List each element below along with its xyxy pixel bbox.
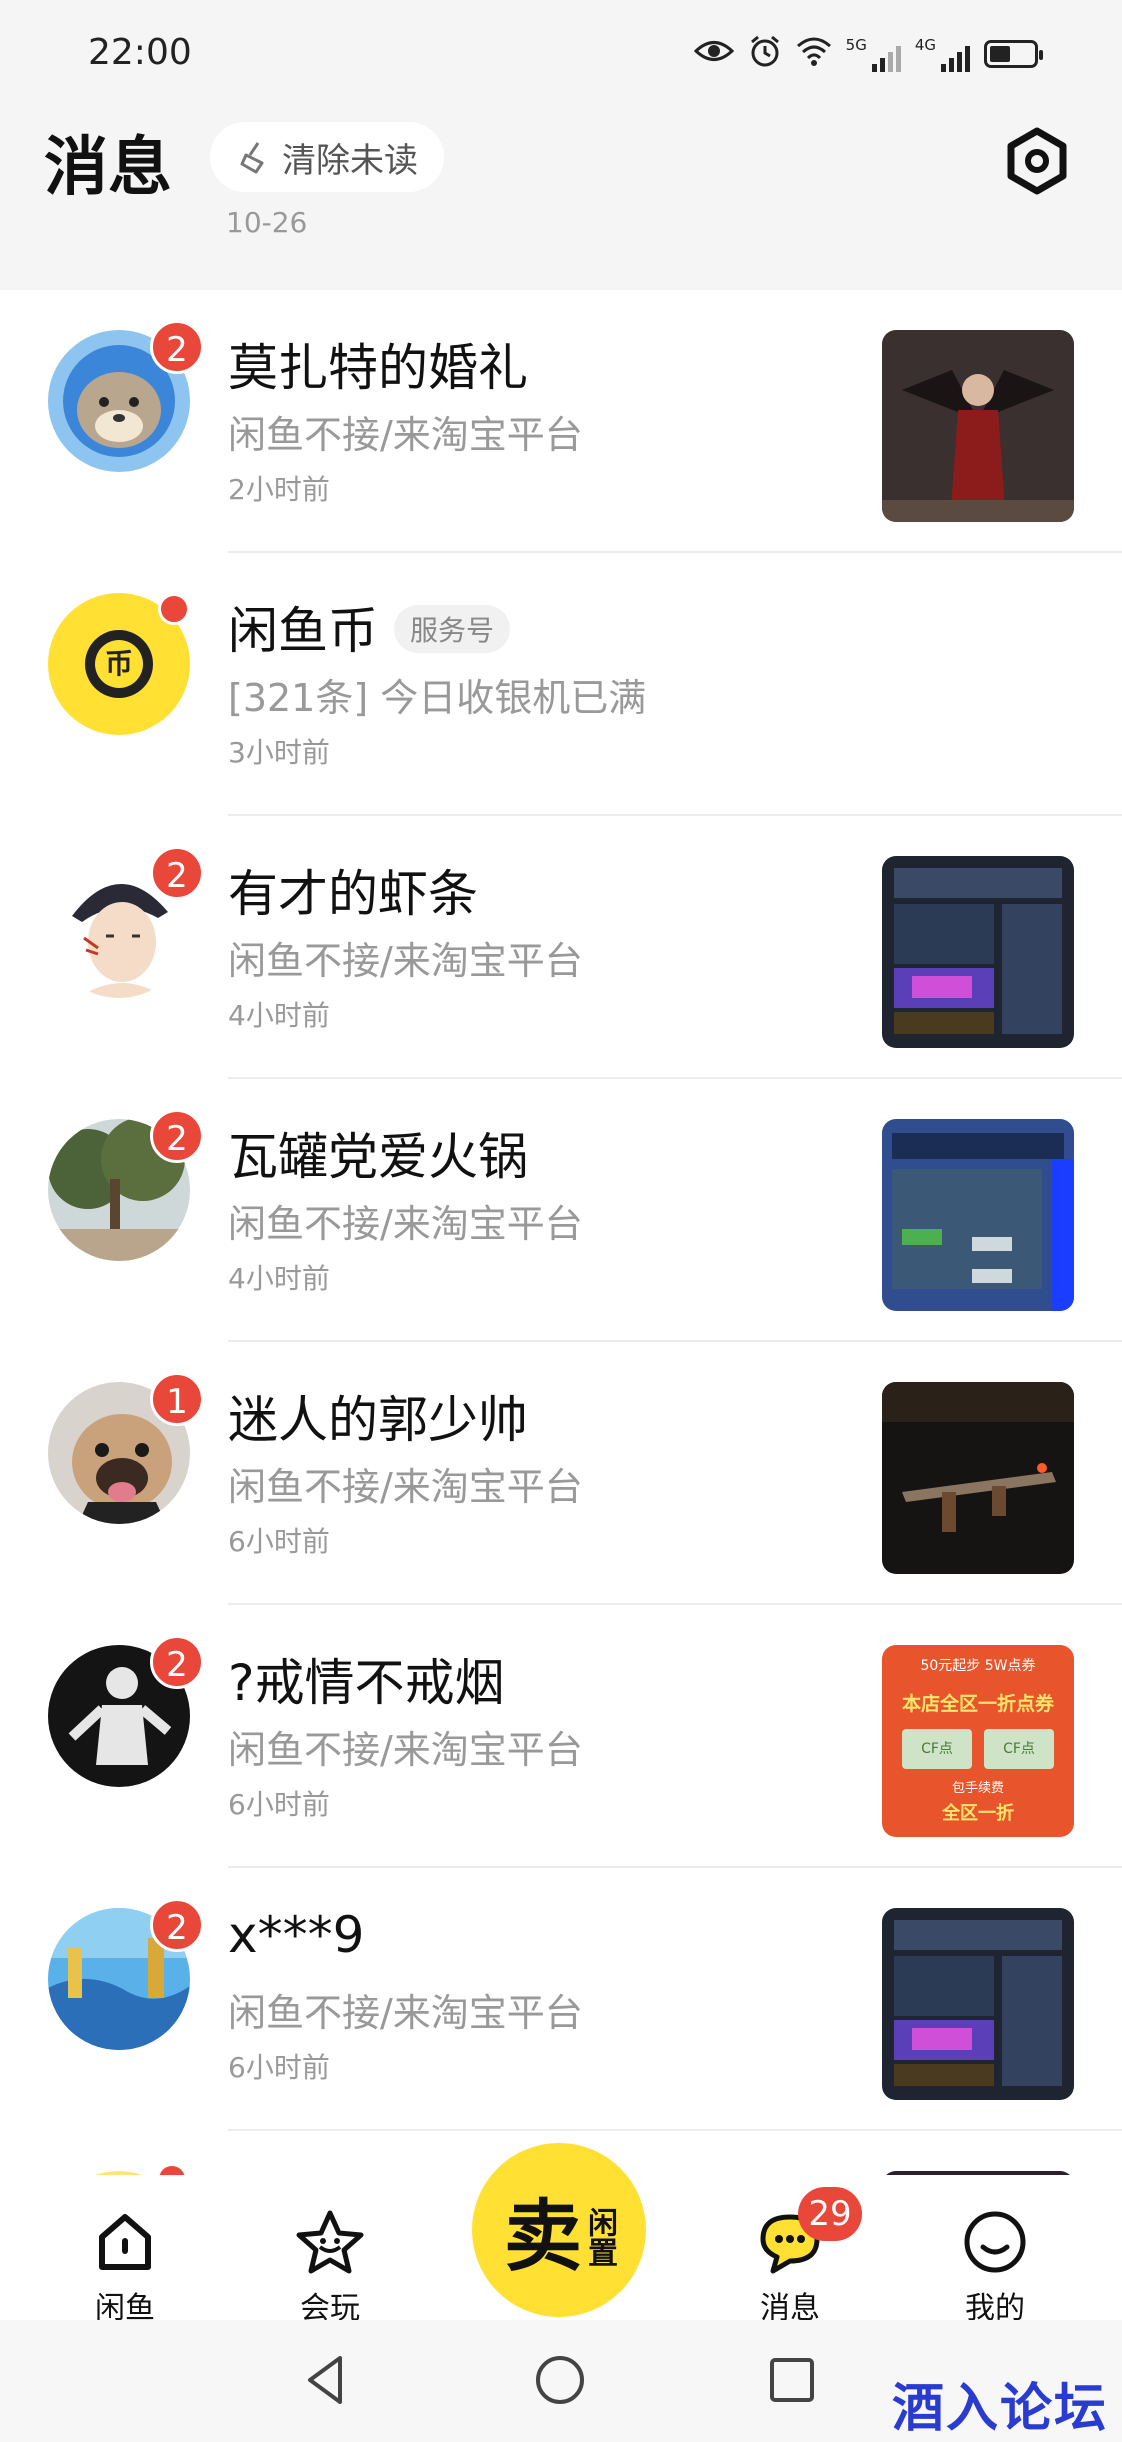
tab-me[interactable]: 我的 — [925, 2205, 1065, 2327]
message-preview: [321条] 今日收银机已满 — [228, 676, 647, 720]
recents-icon[interactable] — [760, 2348, 824, 2412]
promo-main-text: 本店全区一折点券 — [901, 1693, 1054, 1715]
smile-icon — [964, 2211, 1026, 2273]
unread-badge: 1 — [150, 1372, 204, 1426]
item-thumbnail[interactable] — [882, 1119, 1074, 1311]
unread-badge: 2 — [150, 320, 204, 374]
alarm-icon — [748, 34, 782, 73]
contact-name: ?戒情不戒烟 — [228, 1654, 505, 1712]
tab-messages[interactable]: 29 消息 — [720, 2187, 862, 2327]
wifi-icon — [796, 36, 832, 71]
status-icons: 5G 4G — [693, 34, 1043, 73]
message-time: 3小时前 — [228, 736, 330, 769]
signal-5g-icon: 5G — [846, 36, 901, 72]
star-icon — [296, 2210, 364, 2274]
page-title: 消息 — [44, 131, 172, 205]
contact-name: 莫扎特的婚礼 — [228, 339, 528, 397]
home-icon — [99, 2214, 151, 2270]
message-time: 6小时前 — [228, 2051, 330, 2084]
home-nav-icon[interactable] — [528, 2348, 592, 2412]
clear-unread-label: 清除未读 — [282, 140, 418, 181]
unread-badge: 2 — [150, 1898, 204, 1952]
clear-unread-button[interactable]: 清除未读 — [210, 122, 444, 192]
contact-name: 瓦罐党爱火锅 — [228, 1128, 528, 1186]
back-icon[interactable] — [296, 2348, 360, 2412]
signal-4g-icon: 4G — [915, 36, 970, 72]
promo-sub-text: 包手续费 — [951, 1781, 1004, 1796]
bottom-tab-bar: 闲鱼 会玩 卖 闲置 29 消息 我的 — [0, 2143, 1122, 2326]
battery-icon — [984, 39, 1043, 68]
item-thumbnail[interactable] — [882, 856, 1074, 1048]
contact-name: 闲鱼币 服务号 — [228, 591, 511, 663]
message-preview: 闲鱼不接/来淘宝平台 — [228, 1728, 583, 1772]
conversation-row[interactable]: 2 ?戒情不戒烟 闲鱼不接/来淘宝平台 6小时前 50元起步 5W点券 本店全区… — [0, 1605, 1122, 1868]
contact-name: x***9 — [228, 1906, 365, 1964]
header: 消息 清除未读 10-26 — [0, 112, 1122, 290]
contact-name: 迷人的郭少帅 — [228, 1391, 528, 1449]
sell-sub-label: 闲置 — [582, 2207, 617, 2267]
promo-top-text: 50元起步 5W点券 — [920, 1658, 1036, 1674]
message-preview: 闲鱼不接/来淘宝平台 — [228, 1991, 583, 2035]
unread-dot — [158, 593, 190, 625]
messages-badge: 29 — [798, 2187, 862, 2241]
item-thumbnail[interactable] — [882, 1382, 1074, 1574]
message-preview: 闲鱼不接/来淘宝平台 — [228, 1202, 583, 1246]
broom-icon — [240, 142, 264, 174]
eye-icon — [693, 36, 734, 71]
unread-badge: 2 — [150, 846, 204, 900]
service-tag: 服务号 — [394, 604, 511, 653]
watermark: 酒入论坛 — [891, 2379, 1108, 2439]
status-bar: 22:00 5G 4G — [0, 0, 1122, 112]
promo-bottom-text: 全区一折 — [942, 1803, 1014, 1824]
message-preview: 闲鱼不接/来淘宝平台 — [228, 939, 583, 983]
cf-voucher: CF点 — [902, 1729, 972, 1769]
settings-icon[interactable] — [1002, 126, 1072, 196]
message-time: 6小时前 — [228, 1525, 330, 1558]
unread-badge: 2 — [150, 1109, 204, 1163]
item-thumbnail[interactable]: 50元起步 5W点券 本店全区一折点券 CF点 CF点 包手续费 全区一折 — [882, 1645, 1074, 1837]
conversation-row[interactable]: 1 迷人的郭少帅 闲鱼不接/来淘宝平台 6小时前 — [0, 1342, 1122, 1605]
unread-dot — [156, 2163, 188, 2175]
message-preview: 闲鱼不接/来淘宝平台 — [228, 413, 583, 457]
message-time: 2小时前 — [228, 473, 330, 506]
item-thumbnail[interactable] — [882, 1908, 1074, 2100]
unread-badge: 2 — [150, 1635, 204, 1689]
peek-date: 10-26 — [226, 206, 308, 239]
cf-voucher: CF点 — [984, 1729, 1054, 1769]
item-thumbnail[interactable] — [882, 330, 1074, 522]
conversation-row[interactable]: 币 闲鱼币 服务号 [321条] 今日收银机已满 3小时前 — [0, 553, 1122, 816]
tab-home[interactable]: 闲鱼 — [55, 2205, 195, 2327]
message-preview: 闲鱼不接/来淘宝平台 — [228, 1465, 583, 1509]
message-time: 4小时前 — [228, 1262, 330, 1295]
status-time: 22:00 — [88, 32, 192, 73]
sell-main-label: 卖 — [503, 2192, 582, 2282]
sell-button[interactable]: 卖 闲置 — [472, 2143, 646, 2317]
contact-name: 有才的虾条 — [228, 865, 478, 923]
conversation-row[interactable]: 2 有才的虾条 闲鱼不接/来淘宝平台 4小时前 — [0, 816, 1122, 1079]
tab-play[interactable]: 会玩 — [260, 2205, 400, 2327]
message-time: 4小时前 — [228, 999, 330, 1032]
conversation-row[interactable]: 2 瓦罐党爱火锅 闲鱼不接/来淘宝平台 4小时前 — [0, 1079, 1122, 1342]
conversation-row[interactable]: 2 莫扎特的婚礼 闲鱼不接/来淘宝平台 2小时前 — [0, 290, 1122, 553]
conversation-list[interactable]: 2 莫扎特的婚礼 闲鱼不接/来淘宝平台 2小时前 币 闲鱼币 服务号 [321条… — [0, 290, 1122, 2175]
conversation-row[interactable]: 2 x***9 闲鱼不接/来淘宝平台 6小时前 — [0, 1868, 1122, 2131]
message-time: 6小时前 — [228, 1788, 330, 1821]
